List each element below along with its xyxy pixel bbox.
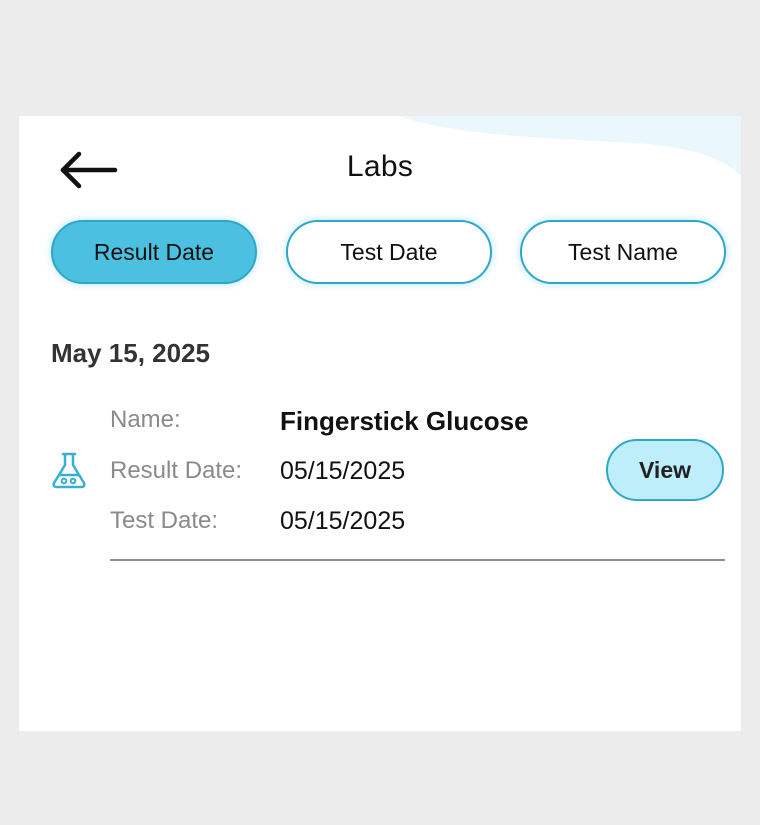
labs-screen: Labs Result Date Test Date Test Name May… [19, 116, 741, 731]
name-label: Name: [110, 406, 181, 433]
result-date-value: 05/15/2025 [280, 457, 406, 485]
filter-result-date-button[interactable]: Result Date [51, 220, 257, 284]
flask-icon [52, 452, 86, 489]
page-title: Labs [346, 150, 414, 183]
test-date-value: 05/15/2025 [280, 507, 406, 535]
filter-test-name-button[interactable]: Test Name [520, 220, 726, 284]
test-name-value: Fingerstick Glucose [280, 406, 529, 436]
view-button[interactable]: View [606, 439, 724, 501]
item-divider [110, 559, 725, 561]
filter-test-date-button[interactable]: Test Date [286, 220, 492, 284]
result-date-label: Result Date: [110, 457, 243, 484]
test-date-label: Test Date: [110, 507, 219, 534]
group-date-heading: May 15, 2025 [51, 338, 211, 368]
